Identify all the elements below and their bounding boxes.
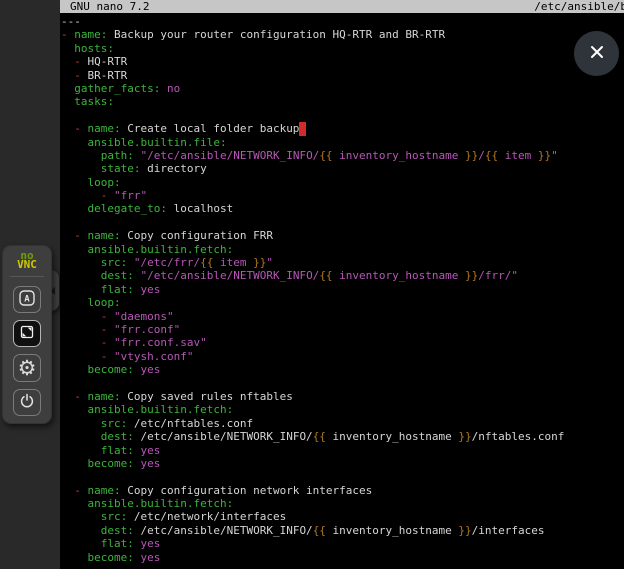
close-icon [587,42,607,65]
nano-version: GNU nano 7.2 [70,0,149,13]
novnc-control-bar: no VNC A ⚙ [2,245,52,424]
nano-filepath: /etc/ansible/b [534,0,624,13]
divider [10,276,44,277]
fullscreen-button[interactable] [13,320,41,347]
power-icon [19,393,35,412]
novnc-control-bar-area: no VNC A ⚙ [0,0,60,569]
power-button[interactable] [13,389,41,416]
novnc-logo-vnc: VNC [17,260,37,269]
nano-editor[interactable]: ---- name: Backup your router configurat… [60,13,624,564]
nano-titlebar: GNU nano 7.2 /etc/ansible/b [60,0,624,13]
svg-text:A: A [24,295,30,305]
nano-terminal[interactable]: GNU nano 7.2 /etc/ansible/b ---- name: B… [60,0,624,569]
novnc-logo: no VNC [17,251,37,269]
close-button[interactable] [574,31,619,76]
settings-button[interactable]: ⚙ [13,354,41,381]
keyboard-button[interactable]: A [13,286,41,313]
keyboard-icon: A [18,289,36,310]
gear-icon: ⚙ [18,358,37,379]
fullscreen-icon [19,324,35,343]
